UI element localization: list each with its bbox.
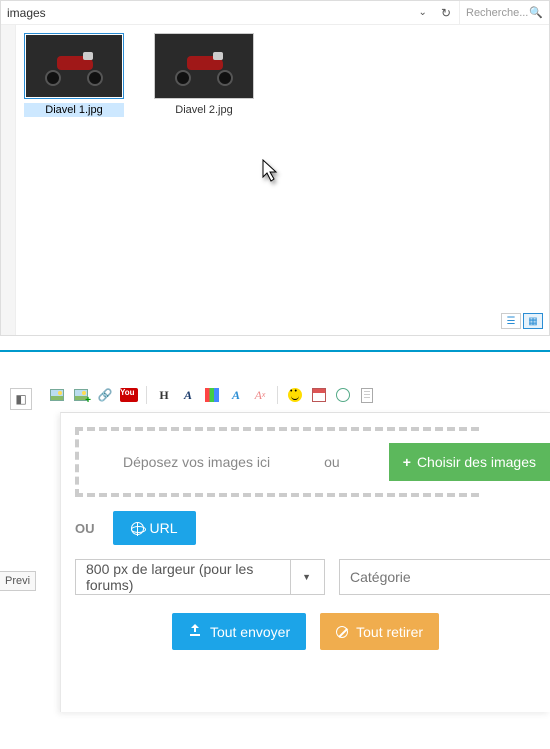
choose-label: Choisir des images xyxy=(417,454,536,470)
upload-panel: Déposez vos images ici ou + Choisir des … xyxy=(60,412,550,712)
file-browser-header: images ⌄ ↻ Recherche... 🔍 xyxy=(1,1,549,25)
cursor-icon xyxy=(262,159,280,188)
thumbnail-image xyxy=(24,33,124,99)
breadcrumb-dropdown-icon[interactable]: ⌄ xyxy=(413,7,433,18)
refresh-icon[interactable]: ↻ xyxy=(433,6,459,20)
search-icon: 🔍 xyxy=(529,6,543,19)
globe-icon[interactable] xyxy=(334,386,352,404)
file-thumb[interactable]: Diavel 2.jpg xyxy=(154,33,254,117)
editor-toolbar: 🔗 You H A A Ax xyxy=(42,384,550,412)
plus-icon: + xyxy=(403,454,411,470)
add-image-icon[interactable] xyxy=(72,386,90,404)
size-select[interactable]: 800 px de largeur (pour les forums) xyxy=(75,559,325,595)
url-label: URL xyxy=(150,520,178,536)
upload-icon xyxy=(188,623,202,640)
heading-icon[interactable]: H xyxy=(155,386,173,404)
separator xyxy=(146,386,147,404)
choose-images-button[interactable]: + Choisir des images xyxy=(389,443,550,481)
preview-tab[interactable]: Previ xyxy=(0,571,36,591)
size-option: 800 px de largeur (pour les forums) xyxy=(86,561,290,593)
send-all-label: Tout envoyer xyxy=(210,624,290,640)
divider xyxy=(0,350,550,352)
or-label: ou xyxy=(324,454,340,470)
document-icon[interactable] xyxy=(358,386,376,404)
file-thumb[interactable]: Diavel 1.jpg xyxy=(24,33,124,117)
grid-view-button[interactable]: ▦ xyxy=(523,313,543,329)
file-label: Diavel 1.jpg xyxy=(24,103,124,117)
category-input[interactable] xyxy=(339,559,550,595)
view-toggle: ☰ ▦ xyxy=(501,313,543,329)
globe-icon xyxy=(131,522,144,535)
forbidden-icon xyxy=(336,626,348,638)
or-label: ou xyxy=(75,521,95,536)
insert-link-icon[interactable]: 🔗 xyxy=(96,386,114,404)
separator xyxy=(277,386,278,404)
editor-mode-button[interactable]: ◧ xyxy=(10,388,32,410)
search-placeholder: Recherche... xyxy=(466,7,528,19)
youtube-icon[interactable]: You xyxy=(120,386,138,404)
file-grid[interactable]: Diavel 1.jpg Diavel 2.jpg ☰ ▦ xyxy=(16,25,549,335)
drop-text: Déposez vos images ici xyxy=(123,454,270,470)
file-browser: images ⌄ ↻ Recherche... 🔍 Diavel 1.jpg D… xyxy=(0,0,550,336)
send-all-button[interactable]: Tout envoyer xyxy=(172,613,306,650)
list-view-button[interactable]: ☰ xyxy=(501,313,521,329)
color-swatch-icon[interactable] xyxy=(203,386,221,404)
file-label: Diavel 2.jpg xyxy=(154,103,254,117)
thumbnail-image xyxy=(154,33,254,99)
font-style-alt-icon[interactable]: A xyxy=(227,386,245,404)
emoji-icon[interactable] xyxy=(286,386,304,404)
remove-all-label: Tout retirer xyxy=(356,624,423,640)
font-style-icon[interactable]: A xyxy=(179,386,197,404)
search-input[interactable]: Recherche... 🔍 xyxy=(459,1,549,24)
breadcrumb[interactable]: images xyxy=(1,6,413,20)
insert-image-icon[interactable] xyxy=(48,386,66,404)
url-button[interactable]: URL xyxy=(113,511,196,545)
remove-all-button[interactable]: Tout retirer xyxy=(320,613,439,650)
clear-format-icon[interactable]: Ax xyxy=(251,386,269,404)
file-tree-sidebar[interactable] xyxy=(1,25,16,335)
calendar-icon[interactable] xyxy=(310,386,328,404)
